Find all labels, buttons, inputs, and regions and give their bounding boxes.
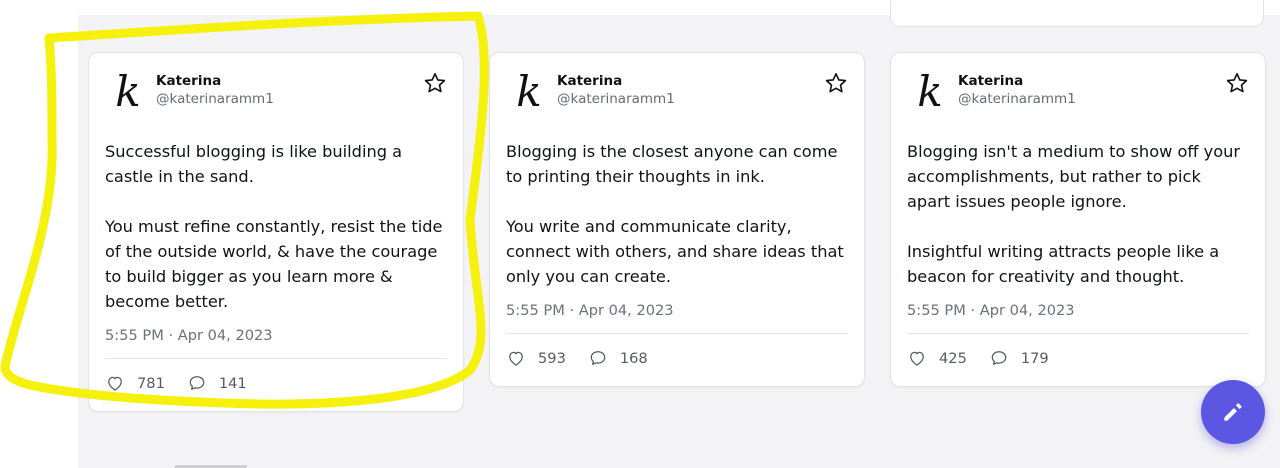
tweet-card[interactable]: k Katerina @katerinaramm1 Blogging isn't… — [890, 52, 1266, 387]
tweet-paragraph: Blogging isn't a medium to show off your… — [907, 142, 1241, 211]
tweet-paragraph: Blogging is the closest anyone can come … — [506, 142, 838, 186]
author-handle[interactable]: @katerinaramm1 — [958, 89, 1076, 109]
like-count: 593 — [538, 349, 566, 367]
avatar[interactable]: k — [105, 69, 151, 115]
tweet-paragraph: Successful blogging is like building a c… — [105, 142, 403, 186]
comment-button[interactable]: 168 — [588, 348, 648, 368]
heart-outline-icon — [509, 351, 523, 366]
timestamp[interactable]: 5:55 PM · Apr 04, 2023 — [907, 302, 1075, 319]
author-handle[interactable]: @katerinaramm1 — [557, 89, 675, 109]
comment-count: 179 — [1020, 349, 1049, 367]
avatar[interactable]: k — [506, 69, 552, 115]
tweet-paragraph: Insightful writing attracts people like … — [907, 242, 1220, 286]
tweet-paragraph: You write and communicate clarity, conne… — [506, 217, 844, 286]
tweet-text: Successful blogging is like building a c… — [105, 139, 447, 314]
divider — [105, 358, 447, 359]
tweet-card[interactable]: k Katerina @katerinaramm1 Successful blo… — [88, 52, 464, 412]
avatar[interactable]: k — [907, 69, 953, 115]
timestamp[interactable]: 5:55 PM · Apr 04, 2023 — [506, 302, 674, 319]
divider — [907, 333, 1249, 334]
author-name[interactable]: Katerina — [156, 73, 274, 89]
speech-bubble-icon — [590, 351, 606, 365]
speech-bubble-icon — [189, 376, 205, 390]
tweet-text: Blogging isn't a medium to show off your… — [907, 139, 1249, 289]
author-info: Katerina @katerinaramm1 — [156, 73, 274, 109]
speech-bubble-icon — [991, 351, 1007, 365]
heart-outline-icon — [108, 376, 122, 391]
heart-outline-icon — [910, 351, 924, 366]
pencil-icon — [1224, 403, 1242, 421]
star-outline-icon[interactable] — [1225, 71, 1249, 95]
compose-button[interactable] — [1201, 380, 1265, 444]
author-name[interactable]: Katerina — [557, 73, 675, 89]
comment-count: 141 — [218, 374, 247, 392]
star-outline-icon[interactable] — [824, 71, 848, 95]
tweet-text: Blogging is the closest anyone can come … — [506, 139, 848, 289]
engagement-stats: 593 168 — [506, 347, 670, 369]
tweet-paragraph: You must refine constantly, resist the t… — [105, 217, 443, 311]
author-handle[interactable]: @katerinaramm1 — [156, 89, 274, 109]
card-header: k Katerina @katerinaramm1 — [907, 69, 1249, 115]
comment-button[interactable]: 179 — [989, 348, 1049, 368]
comment-button[interactable]: 141 — [187, 373, 247, 393]
author-name[interactable]: Katerina — [958, 73, 1076, 89]
engagement-stats: 425 179 — [907, 347, 1071, 369]
like-count: 425 — [939, 349, 967, 367]
author-info: Katerina @katerinaramm1 — [958, 73, 1076, 109]
like-button[interactable]: 781 — [105, 373, 165, 393]
tweet-card[interactable]: k Katerina @katerinaramm1 Blogging is th… — [489, 52, 865, 387]
like-button[interactable]: 425 — [907, 348, 967, 368]
timestamp[interactable]: 5:55 PM · Apr 04, 2023 — [105, 327, 273, 344]
author-info: Katerina @katerinaramm1 — [557, 73, 675, 109]
divider — [506, 333, 848, 334]
like-count: 781 — [137, 374, 165, 392]
engagement-stats: 781 141 — [105, 372, 269, 394]
card-header: k Katerina @katerinaramm1 — [105, 69, 447, 115]
like-button[interactable]: 593 — [506, 348, 566, 368]
comment-count: 168 — [619, 349, 648, 367]
star-outline-icon[interactable] — [423, 71, 447, 95]
card-header: k Katerina @katerinaramm1 — [506, 69, 848, 115]
previous-card-edge — [890, 0, 1264, 27]
